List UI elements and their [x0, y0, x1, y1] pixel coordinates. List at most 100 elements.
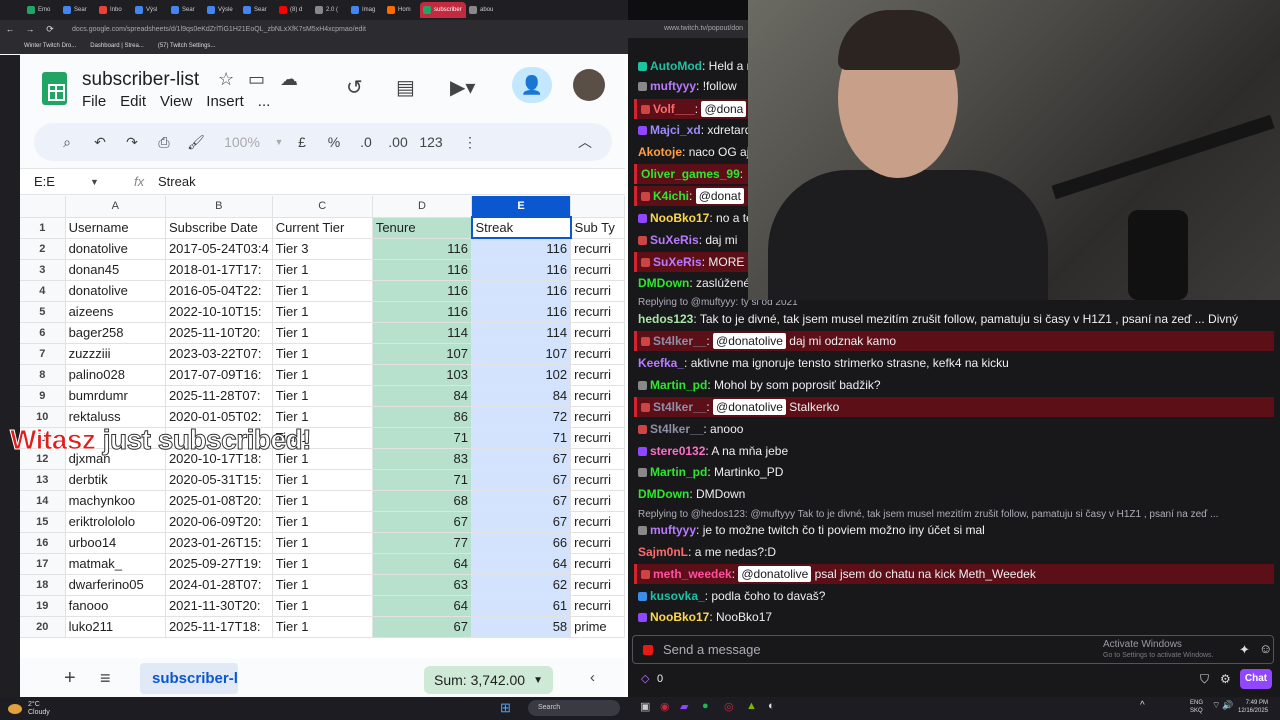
avatar[interactable] [573, 69, 605, 101]
cell[interactable]: 2018-01-17T17: [165, 259, 273, 281]
cell[interactable]: 67 [372, 616, 473, 638]
currency-button[interactable]: £ [286, 134, 318, 150]
sum-button[interactable]: Sum: 3,742.00 ▼ [424, 666, 553, 694]
cell[interactable]: Tier 1 [272, 280, 373, 302]
row-number[interactable]: 9 [20, 385, 66, 407]
cell[interactable]: Tier 1 [272, 301, 373, 323]
cell[interactable]: 116 [372, 280, 473, 302]
chat-mention[interactable]: @donatolive [713, 399, 786, 415]
chat-badge-icon[interactable] [638, 236, 647, 245]
browser-tab[interactable]: Emo [24, 2, 60, 18]
browser-tab[interactable]: Imag [348, 2, 384, 18]
row-number[interactable]: 15 [20, 511, 66, 533]
cell[interactable]: recurri [570, 427, 625, 449]
browser-tab[interactable]: Výsl [132, 2, 168, 18]
row-number[interactable]: 16 [20, 532, 66, 554]
cell[interactable]: Tier 1 [272, 364, 373, 386]
chat-badge-icon[interactable] [638, 447, 647, 456]
weather-widget[interactable]: 2°C Cloudy [28, 701, 50, 717]
cell[interactable]: 2022-10-10T15: [165, 301, 273, 323]
tray-chevron-icon[interactable]: ^ [1140, 700, 1145, 711]
shield-icon[interactable]: ⛉ [1200, 672, 1209, 687]
sheets-logo-icon[interactable] [42, 72, 67, 105]
cell[interactable]: 84 [471, 385, 572, 407]
cell[interactable]: 2021-11-30T20: [165, 595, 273, 617]
add-sheet-icon[interactable]: + [64, 667, 100, 690]
cell[interactable]: 116 [471, 259, 572, 281]
cell[interactable]: urboo14 [65, 532, 166, 554]
row-number[interactable]: 5 [20, 301, 66, 323]
row-number[interactable]: 1 [20, 217, 66, 239]
doc-title[interactable]: subscriber-list [82, 69, 199, 91]
column-header[interactable] [570, 196, 625, 218]
cell[interactable]: 63 [372, 574, 473, 596]
menu-item[interactable]: View [160, 93, 192, 110]
cell[interactable]: 64 [372, 553, 473, 575]
cell[interactable]: 84 [372, 385, 473, 407]
cell[interactable]: 71 [372, 469, 473, 491]
more-options-icon[interactable]: ⋮ [448, 134, 492, 151]
cell[interactable]: derbtik [65, 469, 166, 491]
chat-username[interactable]: Sajm0nL [638, 545, 688, 559]
cell[interactable]: 2017-05-24T03:4 [165, 238, 273, 260]
cell[interactable]: dwarferino05 [65, 574, 166, 596]
browser-tab[interactable]: Hom [384, 2, 420, 18]
chat-mention[interactable]: @dona [701, 101, 747, 117]
cell[interactable]: 116 [372, 259, 473, 281]
bookmark-item[interactable]: Dashboard | Strea... [90, 43, 144, 49]
search-icon[interactable]: ⌕ [50, 134, 84, 151]
chat-username[interactable]: NooBko17 [650, 610, 709, 624]
chat-mention[interactable]: @donat [695, 188, 744, 204]
cell[interactable]: 2025-09-27T19: [165, 553, 273, 575]
chat-username[interactable]: SuXeRis [653, 255, 702, 269]
chat-username[interactable]: Akotoje [638, 145, 682, 159]
formula-input[interactable]: Streak [158, 174, 196, 189]
clock[interactable]: 7:49 PM 12/16/2025 [1238, 699, 1268, 715]
chat-send-button[interactable]: Chat [1240, 669, 1272, 689]
cell[interactable]: 102 [471, 364, 572, 386]
name-box[interactable]: E:E [20, 174, 90, 189]
browser-tab[interactable]: Sear [60, 2, 96, 18]
cell[interactable]: zuzzziii [65, 343, 166, 365]
chat-username[interactable]: Majci_xd [650, 123, 701, 137]
app-icon-1[interactable]: ◉ [660, 700, 670, 713]
channel-points-icon[interactable]: ◇ [641, 672, 649, 685]
cell[interactable]: machynkoo [65, 490, 166, 512]
row-number[interactable]: 3 [20, 259, 66, 281]
cell[interactable]: 2025-11-10T20: [165, 322, 273, 344]
cell[interactable]: recurri [570, 574, 625, 596]
cell[interactable]: Tier 1 [272, 574, 373, 596]
cell[interactable]: 2020-06-09T20: [165, 511, 273, 533]
cell[interactable]: recurri [570, 259, 625, 281]
cell[interactable]: 103 [372, 364, 473, 386]
chat-username[interactable]: Keefka_ [638, 356, 684, 370]
comments-icon[interactable]: ▤ [396, 75, 415, 100]
cell[interactable]: luko211 [65, 616, 166, 638]
windows-start-icon[interactable]: ⊞ [500, 700, 511, 716]
bits-icon[interactable]: ✦ [1239, 642, 1250, 658]
menu-item[interactable]: File [82, 93, 106, 110]
url-text[interactable]: docs.google.com/spreadsheets/d/1l9qs0eKd… [72, 26, 366, 33]
chevron-down-icon[interactable]: ▼ [90, 177, 134, 187]
cell[interactable]: Tier 1 [272, 532, 373, 554]
row-number[interactable]: 19 [20, 595, 66, 617]
row-number[interactable]: 4 [20, 280, 66, 302]
chat-username[interactable]: Martin_pd [650, 378, 707, 392]
menu-item[interactable]: Edit [120, 93, 146, 110]
star-icon[interactable]: ☆ [218, 69, 234, 90]
cell[interactable]: recurri [570, 595, 625, 617]
move-folder-icon[interactable]: ▭ [248, 69, 265, 90]
cell[interactable]: 114 [471, 322, 572, 344]
cell[interactable]: 77 [372, 532, 473, 554]
row-number[interactable]: 20 [20, 616, 66, 638]
taskbar-search[interactable]: Search [528, 700, 620, 716]
cell[interactable]: 64 [372, 595, 473, 617]
cell[interactable]: 67 [471, 469, 572, 491]
column-header[interactable]: C [272, 196, 373, 218]
cell[interactable]: 58 [471, 616, 572, 638]
browser-tab[interactable]: subscriber [420, 2, 466, 18]
cell[interactable]: aizeens [65, 301, 166, 323]
cell[interactable]: palino028 [65, 364, 166, 386]
cell[interactable]: 116 [471, 301, 572, 323]
row-number[interactable]: 18 [20, 574, 66, 596]
